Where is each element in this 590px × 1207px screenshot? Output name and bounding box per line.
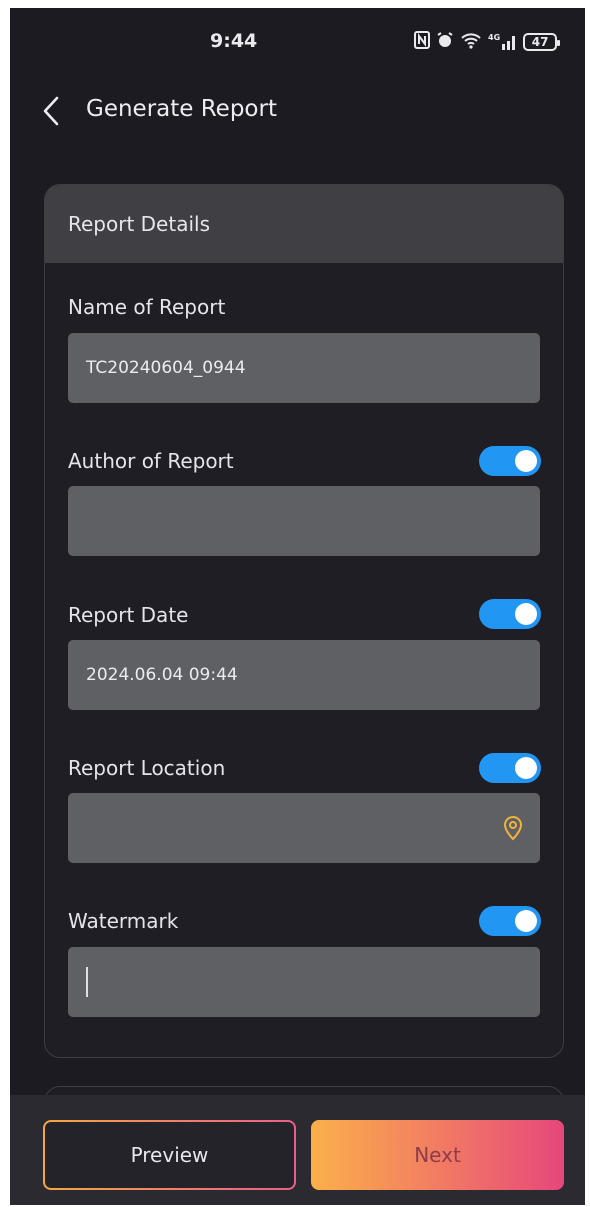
watermark-toggle[interactable] <box>479 906 541 936</box>
report-date-input[interactable]: 2024.06.04 09:44 <box>68 640 540 710</box>
report-name-input[interactable]: TC20240604_0944 <box>68 333 540 403</box>
text-cursor <box>86 967 88 997</box>
battery-icon: 47 <box>523 33 561 51</box>
preview-button-inner: Preview <box>45 1122 294 1188</box>
author-toggle[interactable] <box>479 446 541 476</box>
back-button[interactable] <box>34 92 68 130</box>
page-title: Generate Report <box>86 96 277 122</box>
status-icons: 4G 47 <box>414 30 561 54</box>
chevron-left-icon <box>43 96 59 126</box>
nfc-icon <box>414 31 430 53</box>
next-button[interactable]: Next <box>311 1120 564 1190</box>
preview-label: Preview <box>130 1143 209 1167</box>
report-location-label: Report Location <box>68 756 226 780</box>
preview-button[interactable]: Preview <box>43 1120 296 1190</box>
app-screen: 9:44 4G 47 Generate Report Report Detail… <box>10 8 585 1205</box>
report-date-value: 2024.06.04 09:44 <box>86 665 238 685</box>
report-location-input[interactable] <box>68 793 540 863</box>
cellular-signal-icon: 4G <box>488 34 517 50</box>
location-pin-icon[interactable] <box>502 815 524 841</box>
watermark-input[interactable] <box>68 947 540 1017</box>
author-input[interactable] <box>68 486 540 556</box>
report-date-label: Report Date <box>68 603 189 627</box>
card-header: Report Details <box>45 185 563 263</box>
report-name-label: Name of Report <box>68 295 226 319</box>
report-date-toggle[interactable] <box>479 599 541 629</box>
author-label: Author of Report <box>68 449 234 473</box>
section-title: Report Details <box>68 212 210 236</box>
report-location-toggle[interactable] <box>479 753 541 783</box>
report-details-card: Report Details Name of Report TC20240604… <box>44 184 564 1058</box>
watermark-label: Watermark <box>68 909 179 933</box>
network-type-label: 4G <box>488 33 501 42</box>
next-label: Next <box>414 1143 461 1167</box>
battery-level: 47 <box>531 35 549 49</box>
alarm-icon <box>436 31 454 53</box>
wifi-icon <box>460 31 482 53</box>
report-name-value: TC20240604_0944 <box>86 358 246 378</box>
status-time: 9:44 <box>210 30 258 52</box>
